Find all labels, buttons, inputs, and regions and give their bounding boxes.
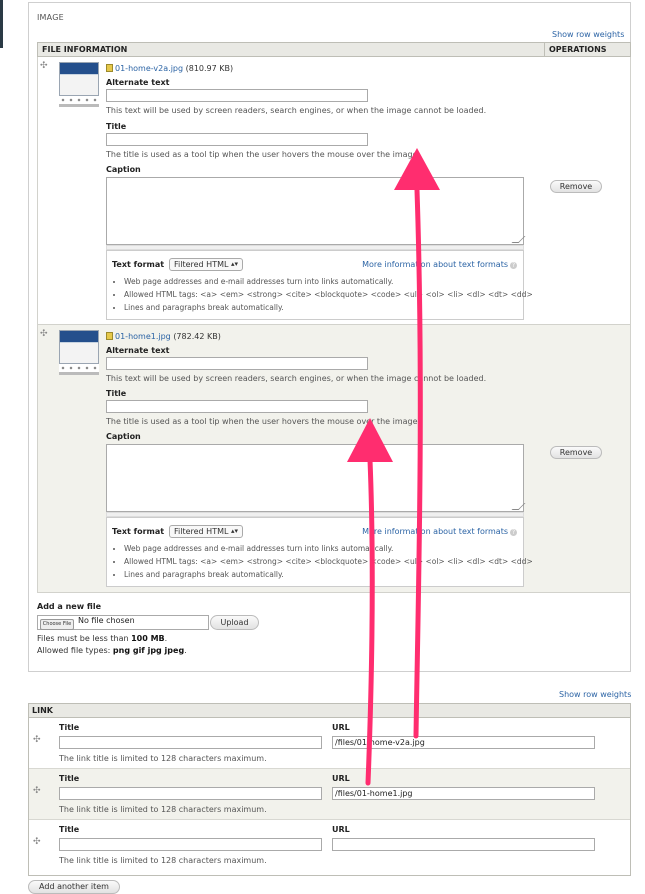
image-thumbnail [59,330,99,378]
resize-grip-icon[interactable] [511,236,526,243]
drag-handle-icon[interactable]: ✣ [33,735,41,745]
add-another-item-button[interactable]: Add another item [28,880,120,894]
link-row: ✣ Title URL /files/01-home-v2a.jpg The l… [29,718,630,769]
link-title-input[interactable] [59,838,322,851]
link-title-description: The link title is limited to 128 charact… [59,754,267,763]
format-tip: Web page addresses and e-mail addresses … [124,275,533,288]
link-title-label: Title [59,723,80,732]
add-file-label: Add a new file [37,602,102,611]
drag-handle-icon[interactable]: ✣ [40,329,48,339]
upload-button[interactable]: Upload [210,615,259,630]
help-icon: ? [510,529,517,536]
file-link[interactable]: 01-home1.jpg [115,332,171,341]
alt-text-input[interactable] [106,357,368,370]
alt-text-input[interactable] [106,89,368,102]
alt-text-description: This text will be used by screen readers… [106,106,487,115]
format-tip: Allowed HTML tags: <a> <em> <strong> <ci… [124,288,533,301]
file-size: (810.97 KB) [185,64,234,73]
image-file-icon [106,332,113,340]
file-link[interactable]: 01-home-v2a.jpg [115,64,183,73]
chevron-down-icon: ▴▾ [230,260,238,268]
image-row: ✣ 01-home-v2a.jpg (810.97 KB) Alternate … [37,57,631,325]
link-table: ✣ Title URL /files/01-home-v2a.jpg The l… [28,718,631,876]
link-url-label: URL [332,723,350,732]
resize-grip-icon[interactable] [511,503,526,510]
drag-handle-icon[interactable]: ✣ [33,837,41,847]
drag-handle-icon[interactable]: ✣ [33,786,41,796]
file-chooser[interactable]: Choose File No file chosen [37,615,209,630]
link-legend: LINK [32,706,53,715]
text-format-select[interactable]: Filtered HTML ▴▾ [169,525,243,538]
link-title-input[interactable] [59,787,322,800]
link-url-input[interactable]: /files/01-home-v2a.jpg [332,736,595,749]
link-title-label: Title [59,774,80,783]
remove-button[interactable]: Remove [550,446,602,459]
title-description: The title is used as a tool tip when the… [106,417,421,426]
col-file-information: FILE INFORMATION [42,45,128,54]
format-tips: Web page addresses and e-mail addresses … [112,275,533,314]
file-size: (782.42 KB) [173,332,221,341]
alt-text-description: This text will be used by screen readers… [106,374,487,383]
title-description: The title is used as a tool tip when the… [106,150,421,159]
col-operations: OPERATIONS [549,45,607,54]
link-show-row-weights[interactable]: Show row weights [559,690,631,699]
alt-text-label: Alternate text [106,78,170,87]
window-edge [0,0,3,48]
link-url-label: URL [332,825,350,834]
choose-file-button[interactable]: Choose File [40,619,74,630]
text-format-label: Text format [112,527,165,536]
link-table-header: LINK [28,703,631,718]
caption-label: Caption [106,432,141,441]
format-tip: Lines and paragraphs break automatically… [124,568,533,581]
format-tip: Lines and paragraphs break automatically… [124,301,533,314]
remove-button[interactable]: Remove [550,180,602,193]
more-info-link[interactable]: More information about text formats? [362,260,517,269]
image-file-icon [106,64,113,72]
title-label: Title [106,122,127,131]
link-url-input[interactable] [332,838,595,851]
link-url-input[interactable]: /files/01-home1.jpg [332,787,595,800]
file-size-limit: Files must be less than 100 MB. [37,634,168,643]
caption-textarea[interactable] [106,444,526,512]
format-tip: Allowed HTML tags: <a> <em> <strong> <ci… [124,555,533,568]
text-format-box: Text format Filtered HTML ▴▾ More informa… [106,517,533,587]
title-label: Title [106,389,127,398]
title-input[interactable] [106,400,368,413]
text-format-box: Text format Filtered HTML ▴▾ More informa… [106,250,533,320]
show-row-weights-link[interactable]: Show row weights [552,30,624,39]
link-title-description: The link title is limited to 128 charact… [59,856,267,865]
link-url-label: URL [332,774,350,783]
caption-label: Caption [106,165,141,174]
link-title-input[interactable] [59,736,322,749]
alt-text-label: Alternate text [106,346,170,355]
link-row: ✣ Title URL /files/01-home1.jpg The link… [29,769,630,820]
link-row: ✣ Title URL The link title is limited to… [29,820,630,871]
image-row: ✣ 01-home1.jpg (782.42 KB) Alternate tex… [37,325,631,593]
drag-handle-icon[interactable]: ✣ [40,61,48,71]
image-legend: IMAGE [37,13,64,22]
help-icon: ? [510,262,517,269]
image-table-header: FILE INFORMATION OPERATIONS [37,42,631,57]
text-format-label: Text format [112,260,165,269]
link-title-description: The link title is limited to 128 charact… [59,805,267,814]
title-input[interactable] [106,133,368,146]
image-thumbnail [59,62,99,110]
link-title-label: Title [59,825,80,834]
text-format-select[interactable]: Filtered HTML ▴▾ [169,258,243,271]
format-tips: Web page addresses and e-mail addresses … [112,542,533,581]
more-info-link[interactable]: More information about text formats? [362,527,517,536]
no-file-chosen-text: No file chosen [78,616,135,625]
caption-textarea[interactable] [106,177,526,245]
allowed-file-types: Allowed file types: png gif jpg jpeg. [37,646,187,655]
format-tip: Web page addresses and e-mail addresses … [124,542,533,555]
chevron-down-icon: ▴▾ [230,527,238,535]
